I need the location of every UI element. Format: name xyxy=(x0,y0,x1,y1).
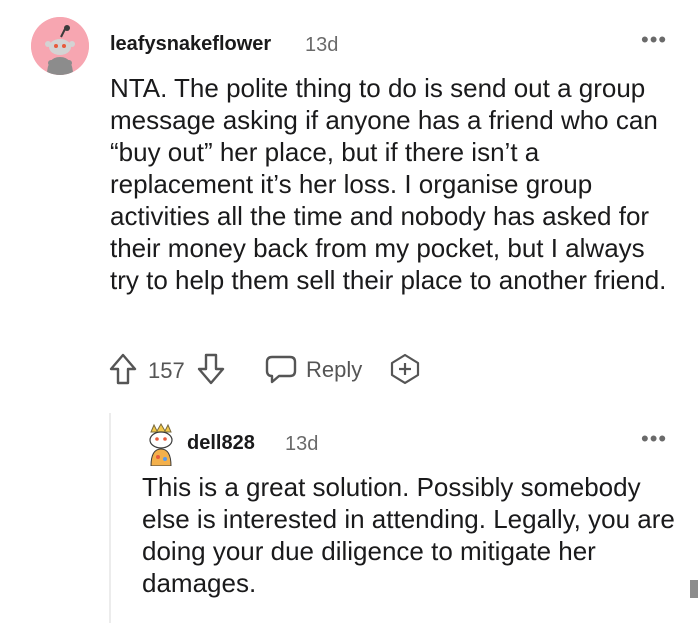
add-award-icon xyxy=(390,353,420,385)
reply-button[interactable]: Reply xyxy=(264,352,364,386)
arrow-down-icon xyxy=(197,353,225,385)
avatar[interactable] xyxy=(143,422,179,467)
comment-timestamp: 13d xyxy=(305,34,339,56)
downvote-button[interactable] xyxy=(196,352,226,386)
snoo-avatar-icon xyxy=(31,17,89,75)
thread-line[interactable] xyxy=(109,413,111,623)
scrollbar-thumb[interactable] xyxy=(690,580,698,598)
award-button[interactable] xyxy=(388,352,422,386)
arrow-up-icon xyxy=(109,353,137,385)
snoo-avatar-icon xyxy=(149,422,173,467)
upvote-button[interactable] xyxy=(108,352,138,386)
reply-label: Reply xyxy=(306,357,363,382)
comment-timestamp: 13d xyxy=(285,433,319,455)
more-options-icon[interactable]: ••• xyxy=(641,428,667,450)
vote-score: 157 xyxy=(148,358,185,383)
avatar[interactable] xyxy=(31,17,89,75)
speech-bubble-icon xyxy=(264,354,298,384)
more-options-icon[interactable]: ••• xyxy=(641,29,667,51)
comment-body: NTA. The polite thing to do is send out … xyxy=(110,73,667,295)
comment-author[interactable]: dell828 xyxy=(187,432,255,455)
comment-body: This is a great solution. Possibly someb… xyxy=(142,472,675,598)
comment-author[interactable]: leafysnakeflower xyxy=(110,33,271,56)
